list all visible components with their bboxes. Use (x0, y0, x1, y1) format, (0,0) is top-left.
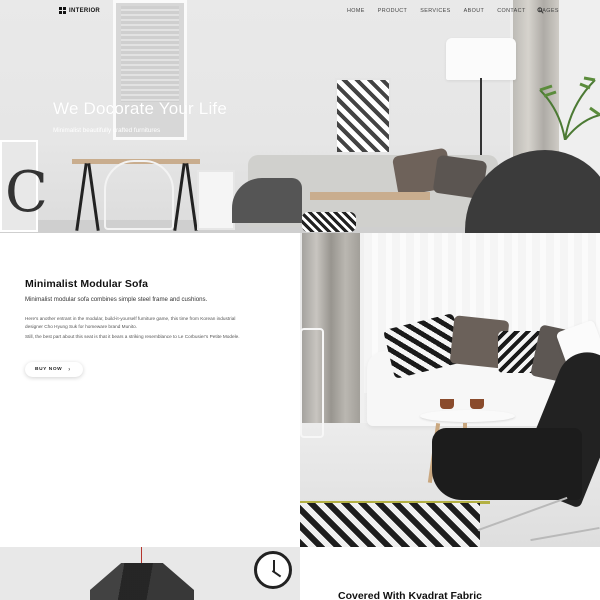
product-paragraph: Still, the best part about this seat is … (25, 334, 240, 339)
crates (197, 170, 235, 230)
feature-section: Covered With Kvadrat Fabric (300, 547, 600, 600)
search-icon[interactable] (537, 7, 544, 14)
pillow (302, 212, 356, 232)
wall-art (335, 78, 391, 154)
floor-lamp-shade (446, 38, 516, 80)
product-image (300, 233, 600, 547)
plant-image (539, 76, 600, 140)
top-nav: INTERIOR HOME PRODUCT SERVICES ABOUT CON… (0, 0, 600, 22)
menu-item-services[interactable]: SERVICES (420, 8, 450, 14)
menu-item-contact[interactable]: CONTACT (497, 8, 525, 14)
feature-title: Covered With Kvadrat Fabric (338, 590, 483, 600)
coffee-table (310, 192, 430, 200)
menu-item-product[interactable]: PRODUCT (378, 8, 407, 14)
buy-now-button[interactable]: BUY NOW › (25, 362, 83, 377)
hero-subtitle: Minimalist beautifully crafted furniture… (53, 127, 161, 134)
logo[interactable]: INTERIOR (59, 7, 100, 14)
pendant-cord (141, 547, 142, 565)
lounge-chair (432, 428, 582, 500)
letter-decor: C (0, 140, 48, 232)
pendant-lamp-shading (90, 563, 194, 600)
side-chair (300, 328, 324, 438)
buy-now-label: BUY NOW (35, 367, 63, 372)
chevron-right-icon: › (68, 366, 71, 373)
lamp-image (0, 547, 300, 600)
coffee-cup (440, 399, 454, 409)
patterned-rug (300, 503, 480, 547)
hero-section: C INTERIOR HOME PRODUCT SERVICES ABOUT C… (0, 0, 600, 233)
hero-title: We Docorate Your Life (53, 99, 227, 118)
clock-hand (272, 570, 282, 577)
coffee-table (420, 410, 515, 422)
product-section: Minimalist Modular Sofa Minimalist modul… (0, 233, 300, 547)
coffee-cup (470, 399, 484, 409)
clock-icon (254, 551, 292, 589)
wire-chair (104, 160, 174, 230)
product-paragraph: Here's another entrant in the modular, b… (25, 316, 236, 329)
product-subtitle: Minimalist modular sofa combines simple … (25, 296, 208, 303)
blanket (232, 178, 302, 223)
product-title: Minimalist Modular Sofa (25, 278, 149, 290)
floor-lamp-pole (480, 78, 482, 158)
logo-text: INTERIOR (69, 7, 101, 14)
menu-item-home[interactable]: HOME (347, 8, 365, 14)
menu-item-about[interactable]: ABOUT (464, 8, 485, 14)
grid-logo-icon (59, 7, 66, 14)
main-menu: HOME PRODUCT SERVICES ABOUT CONTACT PAGE… (347, 8, 559, 14)
